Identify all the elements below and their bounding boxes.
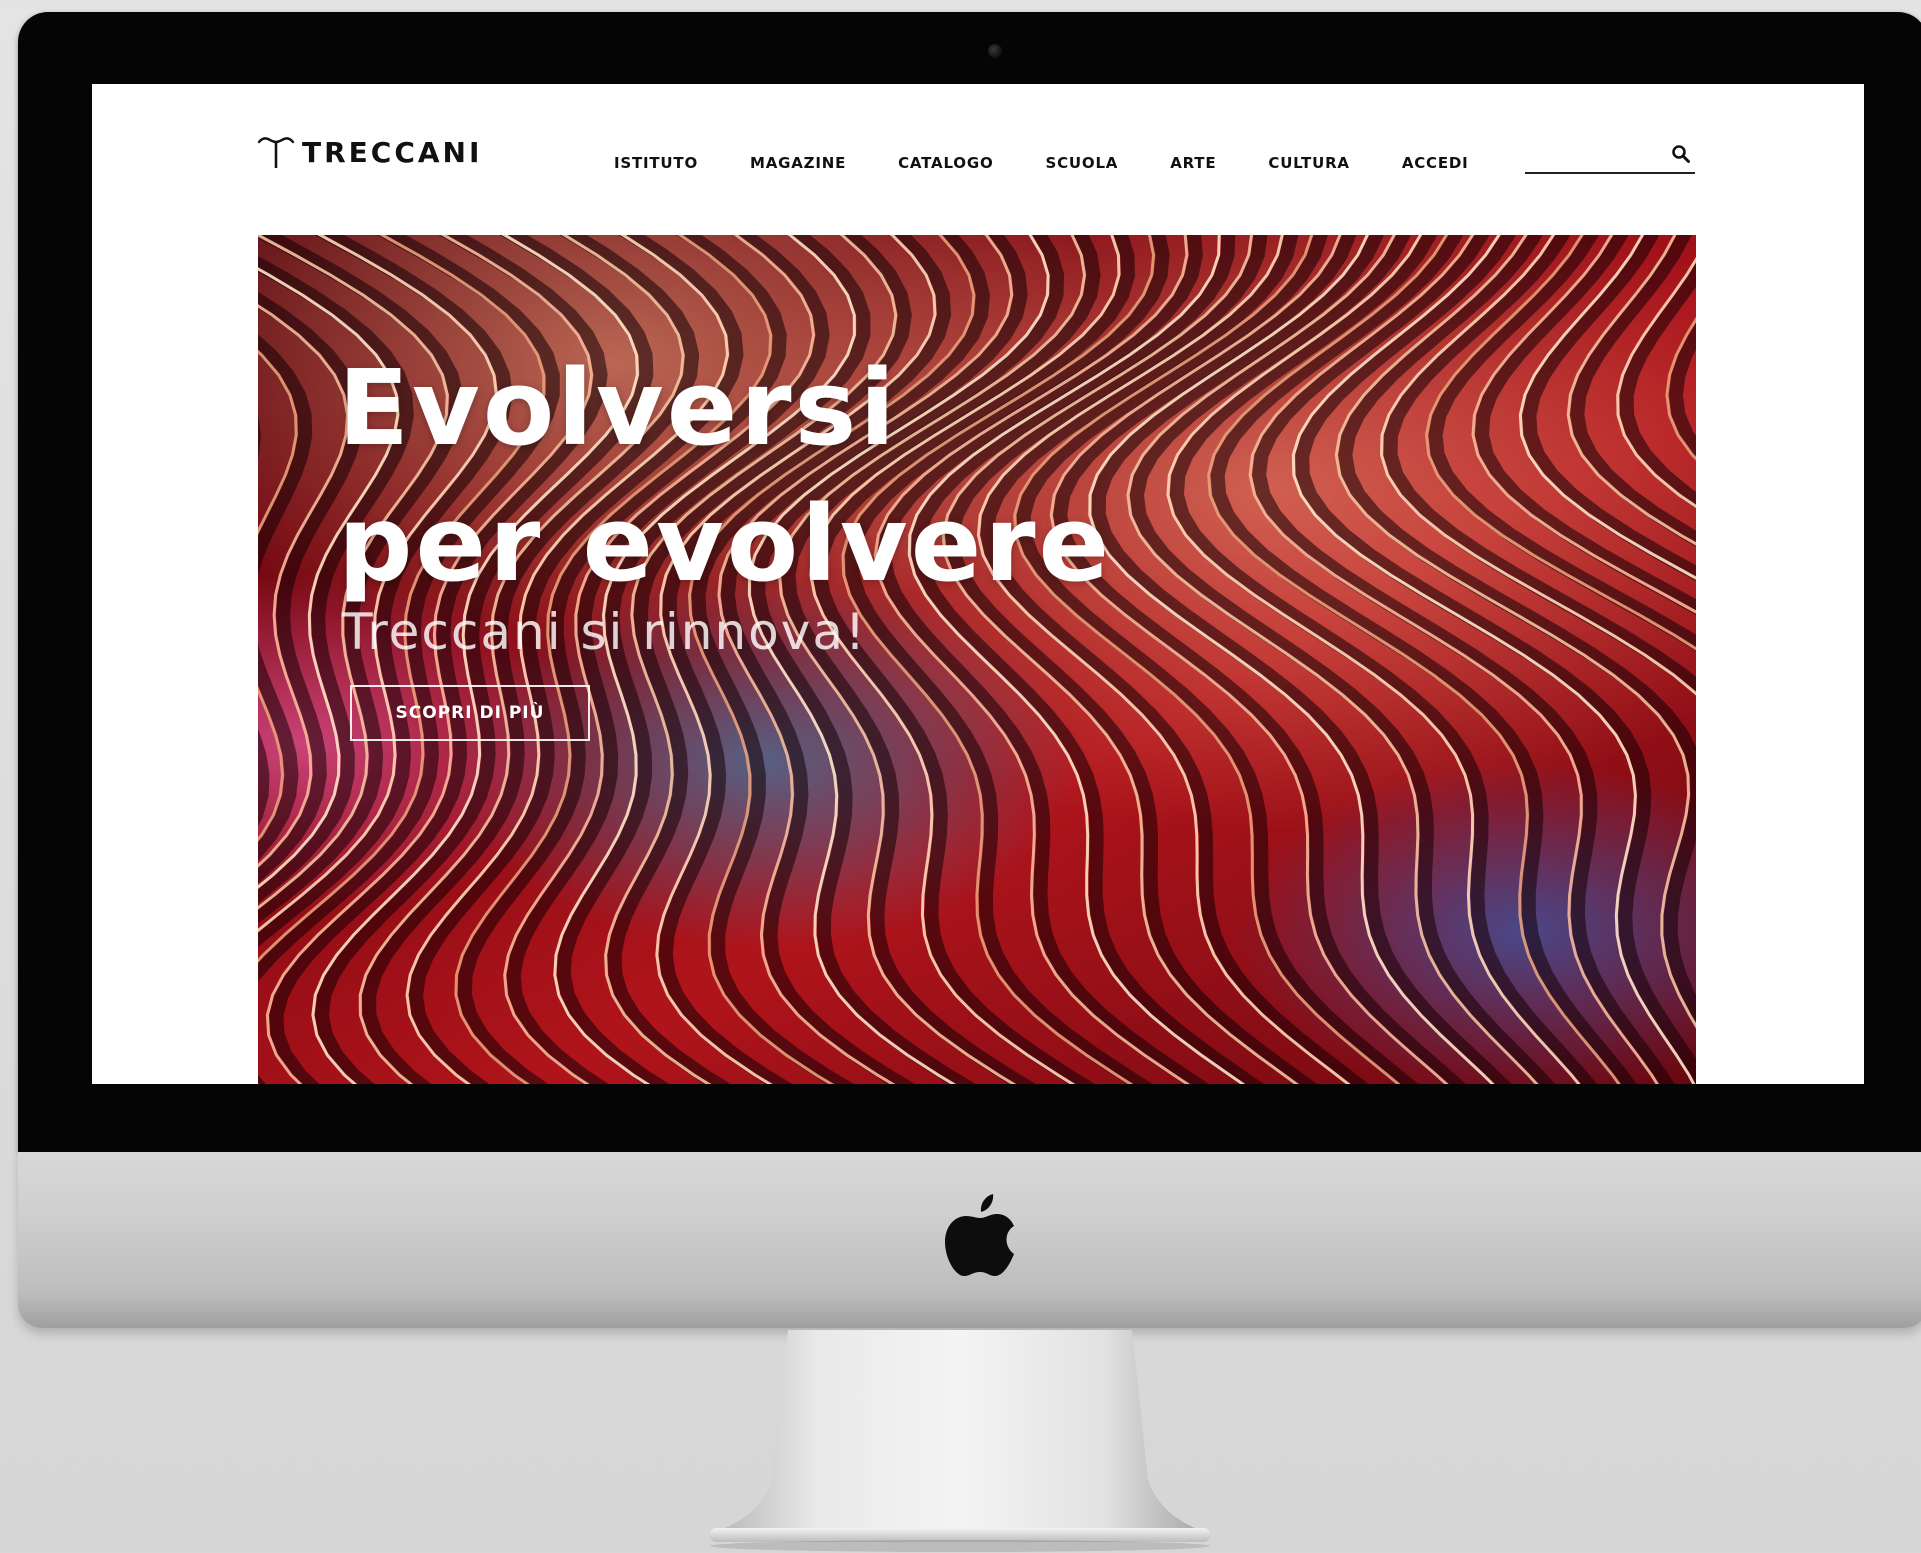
imac-stand: [710, 1330, 1210, 1552]
hero-subtitle: Treccani si rinnova!: [342, 603, 868, 661]
nav-item-arte[interactable]: ARTE: [1170, 154, 1216, 172]
nav-item-cultura[interactable]: CULTURA: [1268, 154, 1349, 172]
discover-more-button[interactable]: SCOPRI DI PIÙ: [350, 685, 590, 741]
imac-chin: [18, 1152, 1921, 1328]
hero-title: Evolversi per evolvere: [338, 340, 1112, 612]
brand-name: TRECCANI: [302, 135, 483, 169]
search-box: [1525, 138, 1695, 174]
imac-mockup: TRECCANI ISTITUTO MAGAZINE CATALOGO SCUO…: [0, 0, 1921, 1553]
camera-icon: [988, 44, 1002, 58]
hero-banner: Evolversi per evolvere Treccani si rinno…: [258, 235, 1696, 1084]
browser-screen: TRECCANI ISTITUTO MAGAZINE CATALOGO SCUO…: [92, 84, 1864, 1084]
treccani-t-icon: [257, 137, 295, 168]
search-icon[interactable]: [1671, 144, 1691, 164]
nav-item-accedi[interactable]: ACCEDI: [1402, 154, 1469, 172]
nav-item-magazine[interactable]: MAGAZINE: [750, 154, 846, 172]
search-input[interactable]: [1525, 138, 1665, 168]
treccani-logo[interactable]: TRECCANI: [256, 132, 482, 172]
hero-title-line-2: per evolvere: [338, 483, 1113, 605]
hero-title-line-1: Evolversi: [338, 347, 899, 469]
apple-logo-icon: [945, 1194, 1014, 1276]
nav-item-istituto[interactable]: ISTITUTO: [614, 154, 698, 172]
nav-item-catalogo[interactable]: CATALOGO: [898, 154, 993, 172]
site-header: TRECCANI ISTITUTO MAGAZINE CATALOGO SCUO…: [92, 84, 1864, 234]
main-nav: ISTITUTO MAGAZINE CATALOGO SCUOLA ARTE C…: [614, 154, 1469, 172]
nav-item-scuola[interactable]: SCUOLA: [1046, 154, 1119, 172]
